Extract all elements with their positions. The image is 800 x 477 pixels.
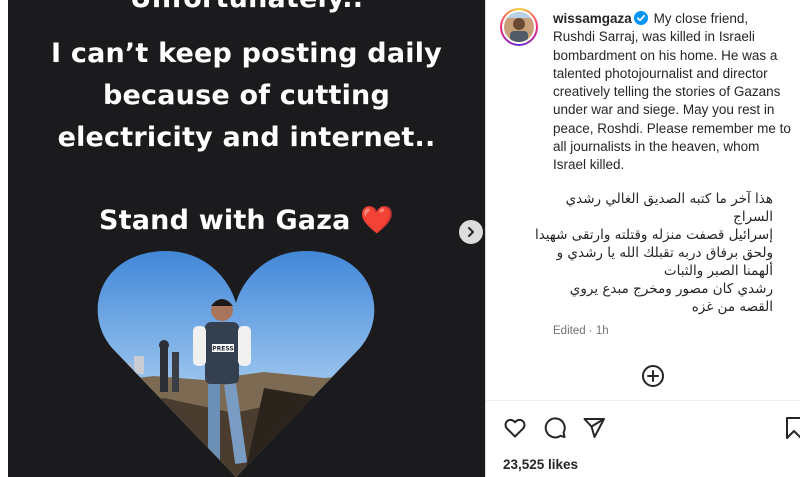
likes-count[interactable]: 23,525 likes [503,457,578,472]
story-text-line-2: I can’t keep posting daily [51,38,442,69]
like-button[interactable] [503,416,527,440]
story-text-stand-with-gaza: Stand with Gaza ❤️ [99,205,394,236]
comment-bubble-icon [544,417,566,439]
caption-arabic: هذا آخر ما كتبه الصديق الغالي رشدي السرا… [534,190,773,316]
avatar-image [504,12,534,42]
story-text-line-4: electricity and internet.. [57,122,436,153]
story-text-line-3: because of cutting [102,80,390,111]
caption-arabic-line: القصه من غزه [691,299,773,315]
story-text-line-1: Unfortunately.. [8,0,485,20]
username-link[interactable]: wissamgaza [553,11,632,26]
press-label: PRESS [212,346,234,353]
left-edge [0,0,8,477]
caption-arabic-line: ولحق برفاق دربه تقبلك الله يا رشدي و [556,245,773,261]
caption-arabic-line: هذا آخر ما كتبه الصديق الغالي رشدي [565,191,773,207]
heart-outline-icon [504,418,526,438]
edited-timestamp: Edited · 1h [553,325,609,337]
verified-badge-icon [633,11,648,25]
caption-arabic-line: رشدي كان مصور ومخرج مبدع يروي [569,281,773,297]
post-media[interactable]: Unfortunately.. I can’t keep posting dai… [8,0,485,477]
caption-arabic-line: ألهمنا الصبر والثبات [663,263,773,279]
next-slide-button[interactable] [459,220,483,244]
save-button[interactable] [782,416,800,440]
heart-photo: PRESS [94,248,378,477]
plus-circle-icon [642,365,664,387]
actions-divider [486,400,800,401]
bookmark-icon [786,417,800,439]
heart-photo-image: PRESS [97,250,375,477]
caption-arabic-line: إسرائيل قصفت منزله وقتلته وارتقى شهيدا [534,227,773,243]
caption-text: My close friend, Rushdi Sarraj, was kill… [553,11,791,173]
post-sidebar: wissamgaza My close friend, Rushdi Sarra… [486,0,800,477]
avatar[interactable] [500,8,538,46]
share-button[interactable] [582,416,606,440]
chevron-right-icon [468,227,474,237]
comment-button[interactable] [543,416,567,440]
caption-arabic-line: السراج [733,209,773,225]
add-comment-button[interactable] [641,364,665,388]
paper-plane-icon [583,418,605,438]
post-caption: wissamgaza My close friend, Rushdi Sarra… [553,10,793,175]
